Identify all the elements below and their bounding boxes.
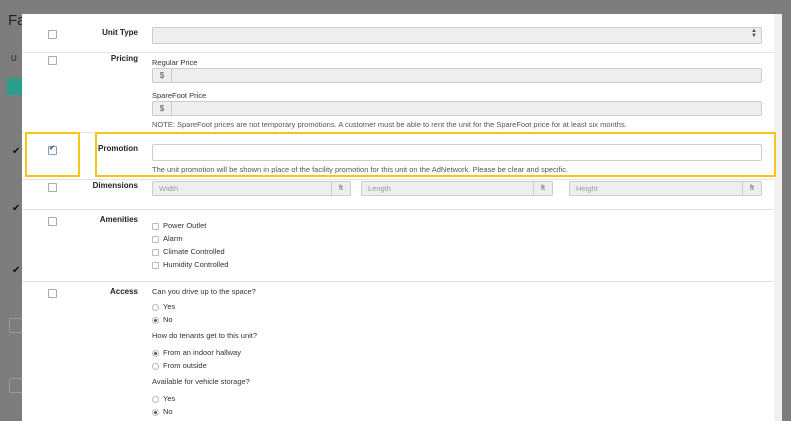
amenity-label: Humidity Controlled	[163, 260, 229, 269]
pricing-label: Pricing	[110, 54, 138, 63]
length-placeholder: Length	[368, 184, 391, 193]
amenity-label: Alarm	[163, 234, 183, 243]
unit-type-label: Unit Type	[102, 28, 138, 37]
pricing-row: Pricing Regular Price $ SpareFoot Price …	[22, 52, 782, 133]
unit-type-row: Unit Type ▲ ▼	[22, 14, 782, 53]
select-arrows-icon: ▲ ▼	[751, 28, 757, 39]
radio-label: From an indoor hallway	[163, 348, 241, 357]
edit-unit-modal: Unit Type ▲ ▼ Pricing Regular Price $ Spa…	[22, 14, 782, 421]
width-input[interactable]: Width ft	[152, 181, 351, 196]
vehicle-yes-radio[interactable]	[152, 396, 159, 403]
background-column-header: U	[11, 54, 17, 63]
height-input[interactable]: Height ft	[569, 181, 762, 196]
modal-scrollbar[interactable]	[774, 14, 782, 421]
regular-price-label: Regular Price	[152, 58, 198, 67]
from-outside-radio[interactable]	[152, 363, 159, 370]
width-placeholder: Width	[159, 184, 179, 193]
vehicle-no-radio[interactable]	[152, 409, 159, 416]
radio-label: No	[163, 315, 173, 324]
drive-up-question: Can you drive up to the space?	[152, 287, 256, 296]
drive-up-no-radio[interactable]	[152, 317, 159, 324]
regular-price-input[interactable]: $	[152, 68, 762, 83]
vehicle-storage-question: Available for vehicle storage?	[152, 377, 250, 386]
checkbox-highlight-box	[25, 132, 80, 177]
climate-controlled-checkbox[interactable]	[152, 249, 159, 256]
access-row: Access Can you drive up to the space? Ye…	[22, 281, 782, 421]
indoor-hallway-radio[interactable]	[152, 350, 159, 357]
background-check-icon: ✔	[12, 265, 21, 276]
ft-addon: ft	[742, 182, 761, 195]
background-button	[7, 78, 23, 95]
ft-addon: ft	[331, 182, 350, 195]
radio-label: From outside	[163, 361, 207, 370]
sparefoot-price-input[interactable]: $	[152, 101, 762, 116]
dimensions-row: Dimensions Width ft Length ft Height ft	[22, 179, 782, 210]
unit-type-select[interactable]: ▲ ▼	[152, 27, 762, 44]
promotion-highlight-box	[95, 132, 776, 177]
access-label: Access	[109, 287, 138, 296]
drive-up-yes-radio[interactable]	[152, 304, 159, 311]
background-check-icon: ✔	[12, 146, 21, 157]
sparefoot-price-label: SpareFoot Price	[152, 91, 207, 100]
tenant-access-question: How do tenants get to this unit?	[152, 331, 258, 340]
currency-addon: $	[153, 69, 172, 82]
alarm-checkbox[interactable]	[152, 236, 159, 243]
amenities-label: Amenities	[99, 215, 138, 224]
radio-label: Yes	[163, 394, 176, 403]
amenity-label: Power Outlet	[163, 221, 207, 230]
amenity-label: Climate Controlled	[163, 247, 225, 256]
radio-label: No	[163, 407, 173, 416]
ft-addon: ft	[533, 182, 552, 195]
length-input[interactable]: Length ft	[361, 181, 553, 196]
height-placeholder: Height	[576, 184, 598, 193]
background-check-icon: ✔	[12, 203, 21, 214]
radio-label: Yes	[163, 302, 176, 311]
pricing-note: NOTE: SpareFoot prices are not temporary…	[152, 120, 627, 129]
dimensions-label: Dimensions	[92, 181, 138, 190]
power-outlet-checkbox[interactable]	[152, 223, 159, 230]
amenities-row: Amenities Power Outlet Alarm Climate Con…	[22, 209, 782, 282]
currency-addon: $	[153, 102, 172, 115]
humidity-controlled-checkbox[interactable]	[152, 262, 159, 269]
